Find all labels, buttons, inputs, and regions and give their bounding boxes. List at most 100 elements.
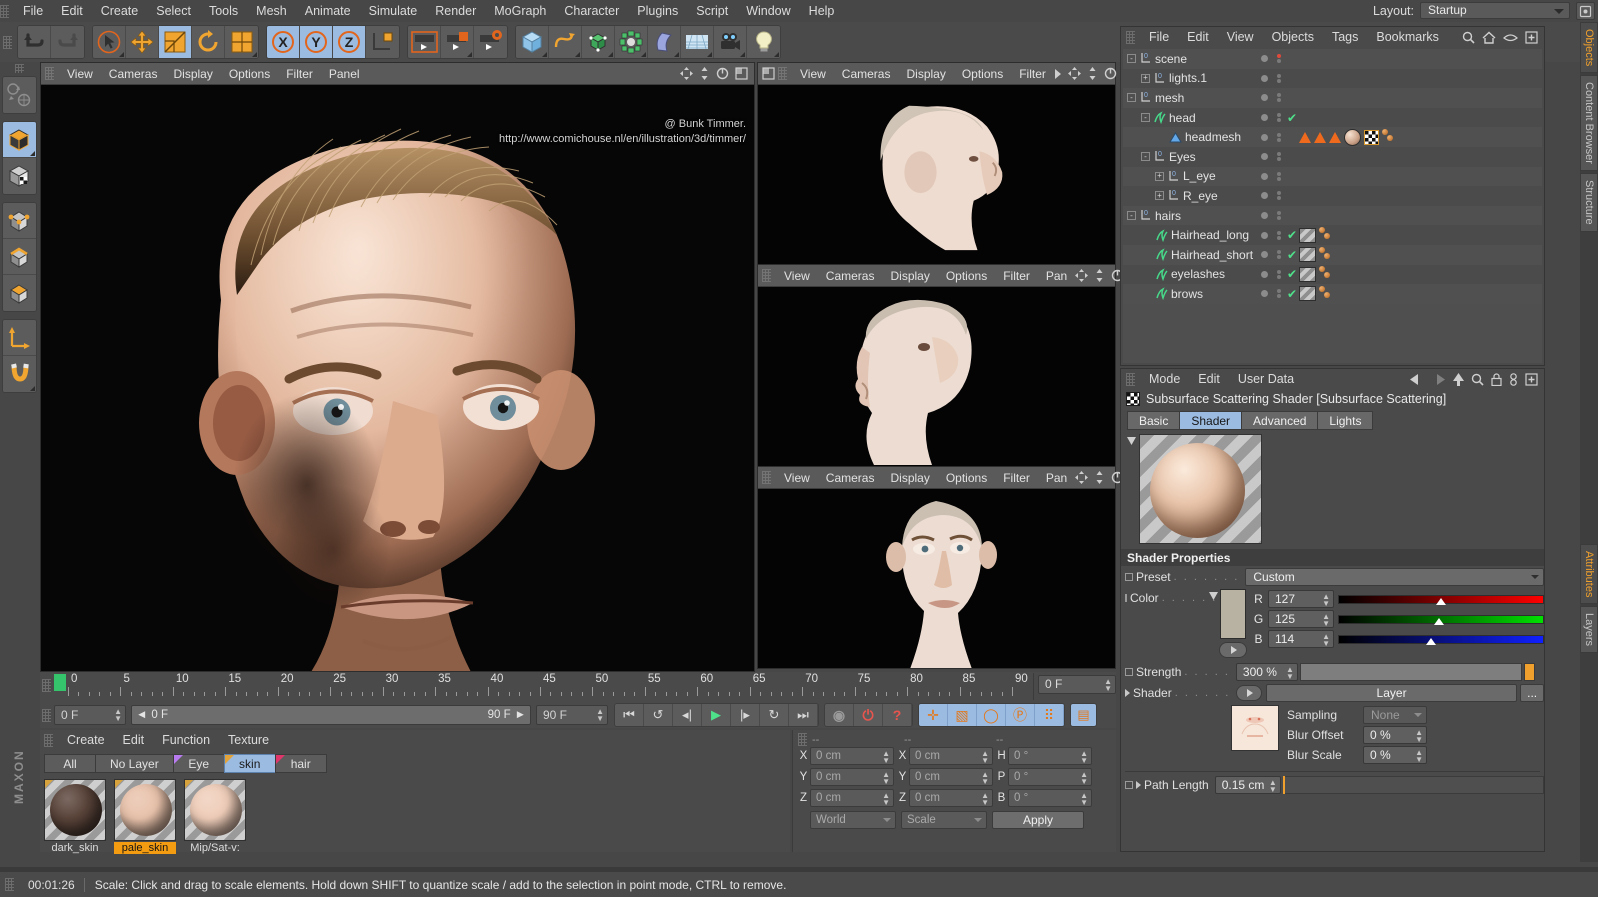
viewport-menu-filter[interactable]: Filter [278, 64, 321, 84]
layer-tab-eye[interactable]: Eye [172, 754, 225, 773]
spinner-icon[interactable]: ▲ ▼ [1269, 778, 1277, 793]
shader-preview-button[interactable] [1236, 684, 1262, 701]
render-visibility-dots[interactable] [1277, 250, 1281, 260]
visibility-dots[interactable] [1261, 88, 1273, 108]
move-view-icon[interactable] [1075, 269, 1089, 282]
coordinates-grip[interactable] [798, 733, 807, 746]
tab-advanced[interactable]: Advanced [1241, 411, 1319, 430]
timeline-controls-grip[interactable] [42, 708, 51, 722]
left-toolbar-grip[interactable] [14, 64, 24, 73]
viewport-2-canvas[interactable] [758, 85, 1115, 264]
dolly-view-icon[interactable] [1094, 269, 1105, 282]
deformer-tag[interactable] [1329, 131, 1341, 143]
enable-checkmark-icon[interactable]: ✔ [1287, 111, 1297, 125]
back-arrow-icon[interactable] [1409, 373, 1424, 385]
strength-checkbox[interactable] [1125, 667, 1133, 676]
attributes-grip[interactable] [1126, 372, 1135, 386]
menubar-grip[interactable] [0, 4, 9, 18]
color-mode-arrow-icon[interactable] [1208, 589, 1219, 658]
play-forwards-button[interactable]: ▶ [702, 704, 731, 726]
slider-knob[interactable] [1436, 597, 1446, 605]
object-row[interactable]: +0 L_eye [1123, 166, 1542, 187]
enable-checkmark-icon[interactable]: ✔ [1287, 267, 1297, 281]
menu-item-help[interactable]: Help [800, 0, 844, 22]
material-thumbnail[interactable] [184, 779, 246, 841]
visibility-dots[interactable] [1261, 167, 1273, 187]
lock-y-icon[interactable]: Y [300, 26, 333, 58]
axis-mode-icon[interactable] [2, 320, 36, 356]
render-visibility-dots[interactable] [1277, 230, 1281, 240]
spinner-icon[interactable]: ▲ ▼ [981, 771, 989, 786]
dock-tab-layers[interactable]: Layers [1580, 606, 1598, 654]
viewport-menu-display[interactable]: Display [882, 468, 937, 488]
visibility-dots[interactable] [1261, 108, 1273, 128]
deformer-tag[interactable] [1314, 131, 1326, 143]
channel-slider-b[interactable] [1338, 634, 1544, 645]
sampling-select[interactable]: None [1363, 706, 1427, 724]
hatch-tag[interactable] [1299, 266, 1316, 282]
key-parameter-button[interactable]: Ⓟ [1006, 704, 1035, 726]
channel-field-b[interactable]: 114 ▲ ▼ [1268, 630, 1334, 648]
object-row[interactable]: - 0 Eyes [1123, 146, 1542, 167]
spinner-icon[interactable]: ▲ ▼ [1322, 593, 1330, 608]
coord-mode-select[interactable]: Scale [901, 811, 987, 829]
render-region-icon[interactable] [441, 26, 474, 58]
render-visibility-dots[interactable] [1277, 269, 1281, 279]
object-manager-grip[interactable] [1126, 30, 1135, 44]
main-viewport[interactable]: View Cameras Display Options Filter Panel [40, 62, 755, 672]
layer-tab-all[interactable]: All [44, 754, 96, 773]
object-manager-menu-objects[interactable]: Objects [1263, 26, 1323, 48]
maximize-view-icon[interactable] [735, 67, 748, 80]
viewport-4-canvas[interactable] [758, 489, 1115, 668]
spinner-icon[interactable]: ▲ ▼ [882, 792, 890, 807]
tab-lights[interactable]: Lights [1317, 411, 1374, 430]
expander-toggle[interactable]: + [1141, 73, 1150, 83]
shader-expand-arrow-icon[interactable] [1125, 688, 1130, 697]
spinner-icon[interactable]: ▲ ▼ [1104, 678, 1112, 693]
hair-material-tag[interactable] [1382, 129, 1396, 145]
expander-toggle[interactable]: - [1141, 113, 1150, 123]
channel-slider-g[interactable] [1338, 614, 1544, 625]
preview-collapse-arrow-icon[interactable] [1127, 434, 1139, 544]
previous-frame-button[interactable]: ◂| [673, 704, 702, 726]
viewport-grip[interactable] [762, 269, 771, 282]
visibility-dots[interactable] [1261, 127, 1273, 147]
viewport-grip[interactable] [778, 67, 787, 80]
add-tab-icon[interactable] [1525, 372, 1538, 386]
render-visibility-dots[interactable] [1277, 152, 1281, 162]
blur-offset-field[interactable]: 0 % ▲ ▼ [1363, 726, 1427, 744]
forward-arrow-icon[interactable] [1431, 373, 1446, 385]
eye-icon[interactable] [1503, 32, 1518, 43]
coord-position-field-x[interactable]: 0 cm ▲ ▼ [810, 747, 894, 765]
viewport-restore-icon[interactable] [758, 67, 778, 80]
menu-item-select[interactable]: Select [147, 0, 200, 22]
home-icon[interactable] [1482, 31, 1496, 44]
spinner-icon[interactable]: ▲ ▼ [114, 708, 122, 723]
render-settings-icon[interactable] [474, 26, 507, 58]
viewport-menu-filter[interactable]: Filter [995, 266, 1038, 286]
status-grip[interactable] [5, 878, 14, 891]
edges-mode-icon[interactable] [2, 239, 36, 275]
undo-icon[interactable] [18, 26, 51, 58]
lock-x-icon[interactable]: X [267, 26, 300, 58]
spinner-icon[interactable]: ▲ ▼ [1322, 633, 1330, 648]
viewport-menu-filter[interactable]: Filter [995, 468, 1038, 488]
move-view-icon[interactable] [1067, 67, 1081, 80]
attributes-menu-mode[interactable]: Mode [1140, 368, 1189, 390]
spinner-icon[interactable]: ▲ ▼ [981, 750, 989, 765]
viewport-menu-pan[interactable]: Pan [1038, 266, 1075, 286]
texture-mode-icon[interactable] [2, 158, 36, 194]
menu-item-mesh[interactable]: Mesh [247, 0, 296, 22]
menu-item-create[interactable]: Create [92, 0, 148, 22]
viewport-grip[interactable] [762, 471, 771, 484]
menu-item-file[interactable]: File [14, 0, 52, 22]
viewport-perspective-right[interactable]: View Cameras Display Options Filter [757, 62, 1136, 265]
hatch-tag[interactable] [1299, 247, 1316, 263]
tab-basic[interactable]: Basic [1127, 411, 1181, 430]
path-length-expand-arrow-icon[interactable] [1136, 780, 1141, 789]
go-to-start-button[interactable]: ⏮ [615, 704, 644, 726]
object-row[interactable]: brows ✔ [1123, 284, 1542, 304]
range-left-arrow-icon[interactable]: ◄ [136, 709, 147, 721]
current-frame-display[interactable]: 0 F ▲ ▼ [1038, 675, 1116, 694]
up-arrow-icon[interactable] [1453, 372, 1464, 386]
